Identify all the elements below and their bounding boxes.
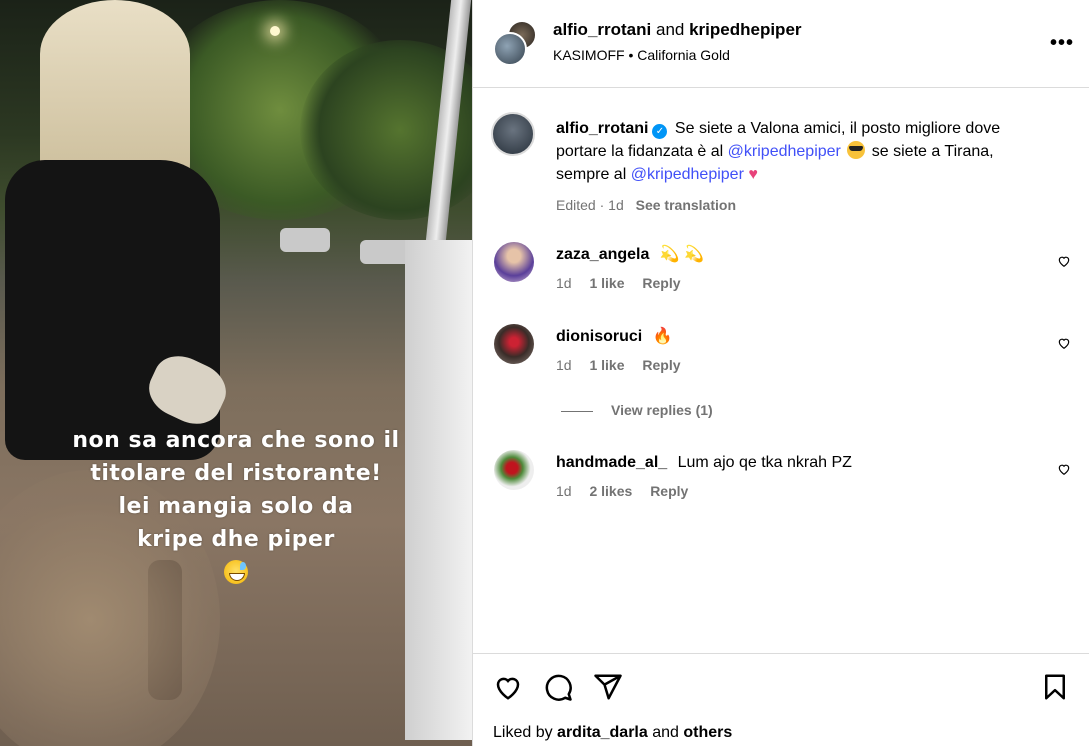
comment-username[interactable]: handmade_al_	[556, 454, 667, 471]
comment-item: zaza_angela 💫 💫 1d 1 like Reply	[491, 242, 1089, 302]
post-video[interactable]: non sa ancora che sono il titolare del r…	[0, 0, 472, 746]
and-text: and	[655, 20, 685, 39]
comment-username[interactable]: zaza_angela	[556, 246, 649, 263]
comment-item: handmade_al_ Lum ajo qe tka nkrah PZ 1d …	[491, 450, 1089, 510]
overlay-line: lei mangia solo da	[118, 494, 354, 519]
overlay-line: non sa ancora che sono il	[72, 428, 400, 453]
parked-car	[280, 228, 330, 252]
caption-username[interactable]: alfio_rrotani	[556, 120, 648, 137]
liked-by: Liked by ardita_darla and others	[493, 724, 732, 742]
more-options-icon[interactable]: •••	[1050, 32, 1074, 55]
reply-button[interactable]: Reply	[642, 275, 680, 291]
reply-button[interactable]: Reply	[650, 483, 688, 499]
likes-count[interactable]: 1 like	[589, 357, 624, 373]
author-link[interactable]: kripedhepiper	[689, 20, 801, 39]
likes-count[interactable]: 2 likes	[589, 483, 632, 499]
overlay-line: titolare del ristorante!	[90, 461, 382, 486]
comment-item: dionisoruci 🔥 1d 1 like Reply	[491, 324, 1089, 384]
comment-text: Lum ajo qe tka nkrah PZ	[677, 454, 852, 471]
bookmark-icon[interactable]	[1040, 672, 1070, 702]
liked-user[interactable]: ardita_darla	[557, 724, 648, 741]
separator: •	[628, 47, 634, 63]
avatar	[493, 32, 527, 66]
share-icon[interactable]	[593, 672, 623, 702]
comment-username[interactable]: dionisoruci	[556, 328, 642, 345]
likes-count[interactable]: 1 like	[589, 275, 624, 291]
comment-text-row: zaza_angela 💫 💫	[556, 244, 704, 266]
avatar[interactable]	[494, 242, 534, 282]
comment-text: 🔥	[652, 328, 673, 345]
and-text: and	[652, 724, 679, 741]
view-replies-label: View replies (1)	[611, 402, 713, 418]
collab-avatars[interactable]	[493, 20, 539, 66]
post-authors: alfio_rrotani and kripedhepiper	[553, 20, 802, 40]
like-heart-icon[interactable]	[1057, 336, 1071, 350]
comment-text-row: handmade_al_ Lum ajo qe tka nkrah PZ	[556, 452, 852, 474]
timestamp: 1d	[556, 275, 572, 291]
mention-link[interactable]: @kripedhepiper	[728, 143, 841, 160]
avatar[interactable]	[494, 324, 534, 364]
post-header: alfio_rrotani and kripedhepiper KASIMOFF…	[473, 0, 1089, 88]
comment-meta: 1d 1 like Reply	[556, 275, 695, 291]
liked-others[interactable]: others	[683, 724, 732, 741]
author-link[interactable]: alfio_rrotani	[553, 20, 651, 39]
music-title: California Gold	[637, 47, 730, 63]
caption-body: alfio_rrotani ✓ Se siete a Valona amici, …	[556, 117, 1046, 217]
audio-info[interactable]: KASIMOFF • California Gold	[553, 47, 730, 63]
sweat-smile-emoji-icon	[224, 560, 248, 584]
like-icon[interactable]	[493, 672, 523, 702]
verified-badge-icon: ✓	[652, 124, 668, 139]
comment-icon[interactable]	[543, 672, 573, 702]
timestamp: 1d	[556, 483, 572, 499]
edited-label: Edited	[556, 197, 596, 213]
street-lamp	[270, 26, 280, 36]
comment-text: 💫 💫	[659, 246, 705, 263]
like-heart-icon[interactable]	[1057, 462, 1071, 476]
like-heart-icon[interactable]	[1057, 254, 1071, 268]
post-details-panel: alfio_rrotani and kripedhepiper KASIMOFF…	[472, 0, 1089, 746]
reply-button[interactable]: Reply	[642, 357, 680, 373]
mention-link[interactable]: @kripedhepiper	[631, 166, 744, 183]
comment-meta: 1d 2 likes Reply	[556, 483, 702, 499]
see-translation-button[interactable]: See translation	[636, 197, 736, 213]
comment-text-row: dionisoruci 🔥	[556, 326, 673, 348]
avatar[interactable]	[494, 450, 534, 490]
liked-prefix: Liked by	[493, 724, 553, 741]
heart-emoji-icon: ♥	[748, 166, 758, 183]
separator: ·	[599, 197, 605, 213]
avatar[interactable]	[491, 112, 535, 156]
timestamp: 1d	[556, 357, 572, 373]
overlay-line: kripe dhe piper	[137, 527, 335, 552]
caption-meta: Edited · 1d See translation	[556, 194, 1046, 217]
view-replies-button[interactable]: View replies (1)	[561, 402, 713, 418]
music-artist: KASIMOFF	[553, 47, 625, 63]
post-actions-bar: Liked by ardita_darla and others	[473, 653, 1089, 746]
video-overlay-text: non sa ancora che sono il titolare del r…	[0, 424, 472, 594]
sunglasses-emoji-icon	[847, 141, 866, 159]
comment-meta: 1d 1 like Reply	[556, 357, 695, 373]
divider	[561, 410, 593, 412]
timestamp: 1d	[608, 197, 624, 213]
